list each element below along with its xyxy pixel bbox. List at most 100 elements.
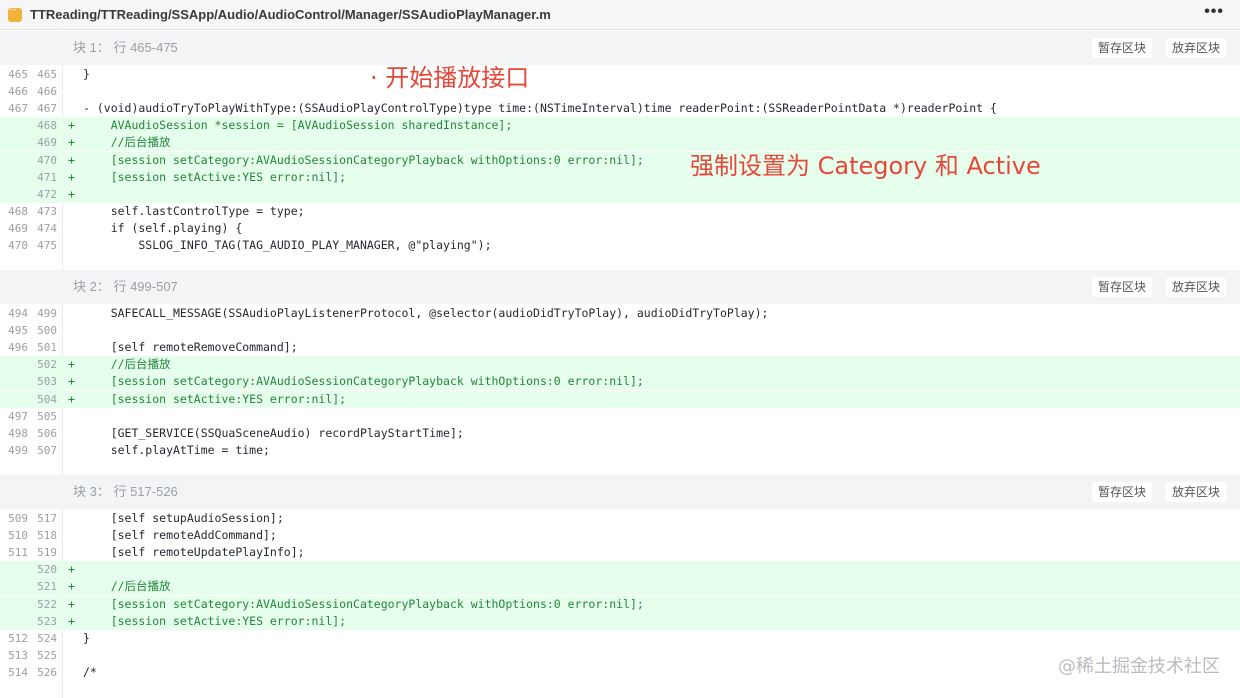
old-line-number: 513: [8, 648, 28, 662]
annotation-start-play: · 开始播放接口: [370, 64, 530, 92]
code-text: SSLOG_INFO_TAG(TAG_AUDIO_PLAY_MANAGER, @…: [83, 238, 492, 252]
code-text: //后台播放: [83, 579, 171, 594]
old-line-number: 494: [8, 307, 28, 320]
old-line-number: [0, 356, 28, 374]
added-line: 504 + [session setActive:YES error:nil];: [0, 390, 1240, 408]
old-line-number: 514: [8, 665, 28, 679]
old-line-number: [0, 390, 28, 408]
added-line: 520 +: [0, 561, 1240, 579]
code-text: self.lastControlType = type;: [83, 203, 305, 218]
added-sign: +: [68, 135, 75, 150]
new-line-number: 519: [37, 546, 57, 560]
stage-hunk-button[interactable]: 暂存区块: [1092, 38, 1153, 58]
context-line: 467 467 - (void)audioTryToPlayWithType:(SS…: [0, 100, 1240, 117]
discard-hunk-button[interactable]: 放弃区块: [1166, 277, 1227, 297]
old-line-number: 498: [8, 426, 28, 440]
context-line: 469 474 if (self.playing) {: [0, 220, 1240, 237]
new-line-number: 518: [37, 529, 57, 543]
old-line-number: [0, 612, 28, 630]
code-text: [self remoteRemoveCommand];: [83, 340, 298, 355]
code-text: //后台播放: [83, 135, 171, 150]
context-line: 509 517 [self setupAudioSession];: [0, 510, 1240, 527]
new-line-number: 470: [29, 151, 57, 169]
code-text: /*: [83, 664, 97, 679]
discard-hunk-button[interactable]: 放弃区块: [1166, 482, 1227, 502]
code-text: [self remoteUpdatePlayInfo];: [83, 545, 305, 560]
context-line: 495 500: [0, 322, 1240, 339]
code-text: }: [83, 630, 90, 645]
code-text: [session setActive:YES error:nil];: [83, 613, 347, 628]
context-line: 465 465}: [0, 66, 1240, 83]
watermark: @稀土掘金技术社区: [1058, 656, 1220, 677]
new-line-number: 524: [37, 631, 57, 645]
new-line-number: 525: [37, 648, 57, 662]
context-line: 468 473 self.lastControlType = type;: [0, 203, 1240, 220]
old-line-number: 469: [8, 221, 28, 235]
added-sign: +: [68, 562, 75, 577]
context-line: 511 519 [self remoteUpdatePlayInfo];: [0, 544, 1240, 561]
added-sign: +: [68, 152, 75, 167]
context-line: 498 506 [GET_SERVICE(SSQuaSceneAudio) rec…: [0, 425, 1240, 442]
old-line-number: 497: [8, 409, 28, 423]
context-line: 497 505: [0, 408, 1240, 425]
file-path: TTReading/TTReading/SSApp/Audio/AudioCon…: [30, 7, 551, 22]
old-line-number: 509: [8, 512, 28, 525]
old-line-number: 512: [8, 631, 28, 645]
added-line: 469 + //后台播放: [0, 134, 1240, 152]
old-line-number: 470: [8, 239, 28, 252]
old-line-number: 466: [8, 85, 28, 99]
new-line-number: 467: [37, 102, 57, 116]
stage-hunk-button[interactable]: 暂存区块: [1092, 277, 1153, 297]
added-line: 472 +: [0, 185, 1240, 203]
annotation-force-set: 强制设置为 Category 和 Active: [690, 152, 1041, 180]
new-line-number: 505: [37, 409, 57, 423]
new-line-number: 507: [37, 443, 57, 457]
old-line-number: 496: [8, 341, 28, 355]
code-text: SAFECALL_MESSAGE(SSAudioPlayListenerProt…: [83, 306, 769, 320]
context-line: 513 525: [0, 647, 1240, 664]
old-line-number: [0, 373, 28, 391]
new-line-number: 520: [29, 561, 57, 579]
more-options-button[interactable]: •••: [1204, 3, 1224, 21]
code-text: AVAudioSession *session = [AVAudioSessio…: [83, 118, 513, 133]
code-text: [session setCategory:AVAudioSessionCateg…: [83, 596, 644, 611]
file-header: TTReading/TTReading/SSApp/Audio/AudioCon…: [0, 0, 1240, 30]
code-text: [session setActive:YES error:nil];: [83, 169, 347, 184]
discard-hunk-button[interactable]: 放弃区块: [1166, 38, 1227, 58]
hunk-header: 块 1： 行 465-475 暂存区块 放弃区块: [0, 31, 1240, 65]
hunk-title: 块 1： 行 465-475: [73, 40, 178, 55]
new-line-number: 468: [29, 117, 57, 135]
old-line-number: 499: [8, 443, 28, 457]
added-sign: +: [68, 357, 75, 372]
new-line-number: 526: [37, 665, 57, 679]
new-line-number: 471: [29, 168, 57, 186]
code-text: [self remoteAddCommand];: [83, 528, 277, 543]
hunk-title: 块 3： 行 517-526: [73, 484, 178, 499]
old-line-number: [0, 578, 28, 596]
context-line: 512 524}: [0, 630, 1240, 647]
code-text: [GET_SERVICE(SSQuaSceneAudio) recordPlay…: [83, 425, 464, 440]
context-line: 470 475 SSLOG_INFO_TAG(TAG_AUDIO_PLAY_MAN…: [0, 237, 1240, 254]
code-text: [self setupAudioSession];: [83, 511, 284, 525]
added-line: 470 + [session setCategory:AVAudioSession…: [0, 151, 1240, 169]
old-line-number: 468: [8, 204, 28, 218]
new-line-number: 472: [29, 185, 57, 203]
added-sign: +: [68, 374, 75, 389]
added-sign: +: [68, 186, 75, 201]
added-line: 471 + [session setActive:YES error:nil];: [0, 168, 1240, 186]
new-line-number: 502: [29, 356, 57, 374]
new-line-number: 466: [37, 85, 57, 99]
code-text: [session setCategory:AVAudioSessionCateg…: [83, 152, 644, 167]
new-line-number: 474: [37, 221, 57, 235]
hunk-header: 块 3： 行 517-526 暂存区块 放弃区块: [0, 475, 1240, 509]
old-line-number: 510: [8, 529, 28, 543]
added-sign: +: [68, 596, 75, 611]
file-icon: [8, 4, 22, 22]
hunk-title: 块 2： 行 499-507: [73, 279, 178, 294]
old-line-number: [0, 185, 28, 203]
code-text: [session setCategory:AVAudioSessionCateg…: [83, 374, 644, 389]
code-text: [session setActive:YES error:nil];: [83, 391, 347, 406]
stage-hunk-button[interactable]: 暂存区块: [1092, 482, 1153, 502]
added-line: 503 + [session setCategory:AVAudioSession…: [0, 373, 1240, 391]
context-line: 499 507 self.playAtTime = time;: [0, 442, 1240, 459]
